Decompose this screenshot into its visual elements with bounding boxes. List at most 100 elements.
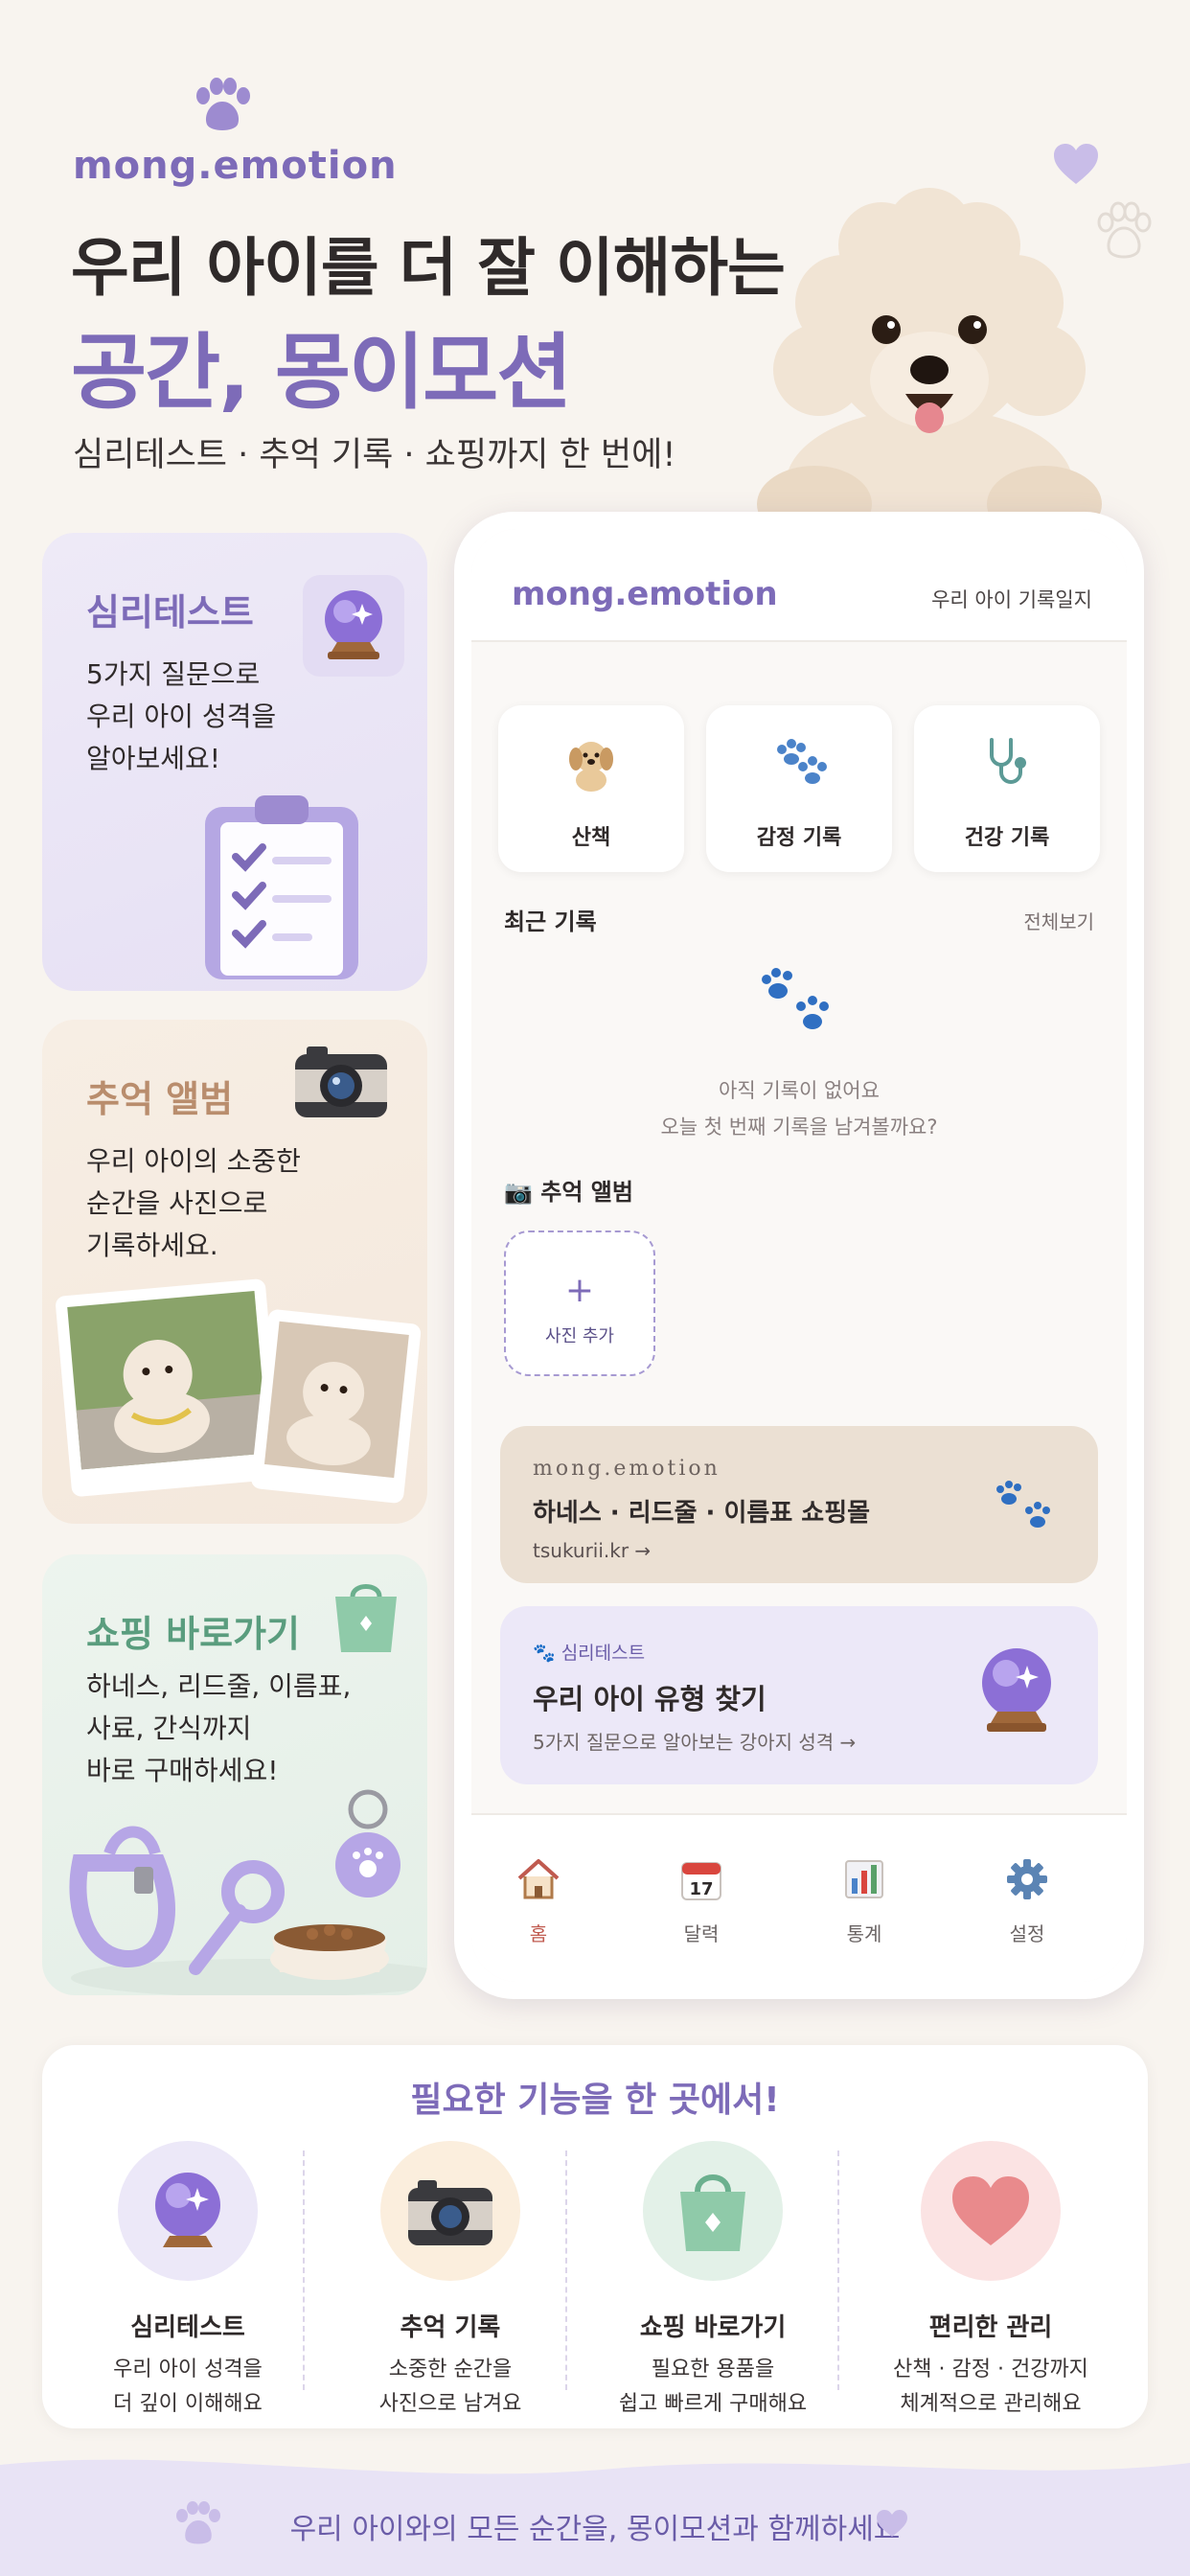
camera-icon [295, 1046, 387, 1117]
feature-desc-line: 산책 · 감정 · 건강까지 [893, 2358, 1088, 2381]
calendar-icon: 17 [681, 1862, 721, 1900]
shopping-bag-icon [680, 2174, 745, 2251]
card-line: 5가지 질문으로 [86, 658, 261, 690]
tab-label: 달력 [683, 1922, 720, 1945]
empty-state-subtitle: 오늘 첫 번째 기록을 남겨볼까요? [660, 1116, 938, 1138]
feature-desc-line: 소중한 순간을 [388, 2358, 513, 2381]
feature-name: 편리한 관리 [928, 2313, 1053, 2342]
shopping-bag-icon [335, 1584, 397, 1652]
feature-icon-circle [921, 2141, 1061, 2281]
feature-icon-circle [118, 2141, 258, 2281]
quick-action-label: 감정 기록 [756, 826, 842, 850]
walk-button[interactable]: 산책 [498, 705, 684, 872]
plus-icon: + [564, 1271, 595, 1310]
dog-icon [569, 742, 613, 792]
shopping-card[interactable]: 쇼핑 바로가기 하네스, 리드줄, 이름표, 사료, 간식까지 바로 구매하세요… [42, 1554, 427, 1995]
paw-icon [777, 739, 827, 784]
feature-description: 산책 · 감정 · 건강까지 체계적으로 관리해요 [858, 2353, 1123, 2422]
feature-name: 심리테스트 [130, 2313, 245, 2342]
app-header: mong.emotion 우리 아이 기록일지 [471, 529, 1127, 642]
feature-desc-line: 더 깊이 이해해요 [113, 2392, 263, 2416]
shop-banner-brand: mong.emotion [533, 1457, 721, 1481]
tab-settings[interactable]: 설정 [979, 1855, 1075, 1946]
banner-title: 우리 아이 유형 찾기 [533, 1683, 767, 1715]
feature-easy-management: 편리한 관리 산책 · 감정 · 건강까지 체계적으로 관리해요 [858, 2141, 1123, 2422]
card-title: 추억 앨범 [86, 1078, 234, 1120]
feature-desc-line: 쉽고 빠르게 구매해요 [618, 2392, 808, 2416]
feature-description: 우리 아이 성격을 더 깊이 이해해요 [56, 2353, 320, 2422]
feature-desc-line: 사진으로 남겨요 [378, 2392, 522, 2416]
shop-banner-link[interactable]: tsukurii.kr → [533, 1539, 651, 1562]
tab-calendar[interactable]: 17 달력 [653, 1855, 749, 1946]
paw-icon [762, 968, 829, 1029]
tab-label: 통계 [846, 1922, 882, 1945]
features-title: 필요한 기능을 한 곳에서! [410, 2081, 780, 2120]
chart-icon [845, 1860, 883, 1898]
feature-shopping: 쇼핑 바로가기 필요한 용품을 쉽고 빠르게 구매해요 [581, 2141, 845, 2422]
see-all-link[interactable]: 전체보기 [1023, 907, 1094, 934]
feature-memory-record: 추억 기록 소중한 순간을 사진으로 남겨요 [318, 2141, 583, 2422]
crystal-ball-icon [303, 575, 404, 677]
memory-album-card[interactable]: 추억 앨범 우리 아이의 소중한 순간을 사진으로 기록하세요. [42, 1020, 427, 1524]
shop-banner-title: 하네스 · 리드줄 · 이름표 쇼핑몰 [533, 1499, 871, 1528]
shop-banner[interactable]: mong.emotion 하네스 · 리드줄 · 이름표 쇼핑몰 tsukuri… [500, 1426, 1098, 1583]
add-photo-label: 사진 추가 [545, 1326, 614, 1346]
feature-icon-circle [380, 2141, 520, 2281]
empty-state-title: 아직 기록이 없어요 [719, 1079, 880, 1102]
hero-heading-line1: 우리 아이를 더 잘 이해하는 [71, 231, 786, 305]
card-line: 사료, 간식까지 [86, 1713, 252, 1744]
heart-icon [952, 2176, 1029, 2245]
gear-icon [1007, 1859, 1047, 1899]
tab-stats[interactable]: 통계 [816, 1855, 912, 1946]
album-title: 📷 추억 앨범 [504, 1179, 633, 1206]
banner-tag: 🐾 심리테스트 [533, 1643, 646, 1664]
brand-logo: mong.emotion [73, 144, 398, 188]
feature-description: 소중한 순간을 사진으로 남겨요 [318, 2353, 583, 2422]
quick-action-label: 건강 기록 [964, 826, 1050, 850]
feature-icon-circle [643, 2141, 783, 2281]
pet-goods-image [69, 1789, 427, 1995]
footer-text: 우리 아이와의 모든 순간을, 몽이모션과 함께하세요 [289, 2513, 901, 2546]
tab-label: 홈 [529, 1922, 548, 1945]
heart-icon [877, 2510, 907, 2537]
feature-psych-test: 심리테스트 우리 아이 성격을 더 깊이 이해해요 [56, 2141, 320, 2422]
app-screen: mong.emotion 우리 아이 기록일지 산책 감정 기록 건강 기록 최… [471, 529, 1127, 1982]
card-description: 우리 아이의 소중한 순간을 사진으로 기록하세요. [86, 1140, 301, 1267]
crystal-ball-icon [155, 2173, 220, 2247]
emotion-record-button[interactable]: 감정 기록 [706, 705, 892, 872]
footer-banner: 우리 아이와의 모든 순간을, 몽이모션과 함께하세요 [0, 2450, 1190, 2576]
psych-test-card[interactable]: 심리테스트 5가지 질문으로 우리 아이 성격을 알아보세요! [42, 533, 427, 991]
feature-desc-line: 우리 아이 성격을 [113, 2358, 263, 2381]
stethoscope-icon [990, 738, 1026, 784]
card-description: 하네스, 리드줄, 이름표, 사료, 간식까지 바로 구매하세요! [86, 1666, 351, 1792]
card-line: 우리 아이 성격을 [86, 701, 277, 732]
feature-desc-line: 체계적으로 관리해요 [900, 2392, 1082, 2416]
add-photo-button[interactable]: + 사진 추가 [504, 1230, 655, 1376]
card-title: 쇼핑 바로가기 [86, 1613, 300, 1655]
features-section: 필요한 기능을 한 곳에서! 심리테스트 우리 아이 성격을 더 깊이 이해해요 [42, 2045, 1148, 2428]
card-line: 알아보세요! [86, 743, 221, 774]
card-description: 5가지 질문으로 우리 아이 성격을 알아보세요! [86, 654, 276, 780]
recent-records-title: 최근 기록 [504, 908, 597, 935]
phone-mockup: mong.emotion 우리 아이 기록일지 산책 감정 기록 건강 기록 최… [454, 512, 1144, 1999]
health-record-button[interactable]: 건강 기록 [914, 705, 1100, 872]
feature-description: 필요한 용품을 쉽고 빠르게 구매해요 [581, 2353, 845, 2422]
app-logo: mong.emotion [512, 575, 778, 613]
feature-name: 추억 기록 [400, 2313, 501, 2342]
paw-icon [196, 78, 250, 130]
crystal-ball-icon [982, 1648, 1051, 1732]
tab-home[interactable]: 홈 [491, 1855, 586, 1946]
feature-name: 쇼핑 바로가기 [639, 2313, 787, 2342]
svg-text:17: 17 [689, 1879, 713, 1899]
card-title: 심리테스트 [86, 591, 254, 633]
bottom-tab-bar: 홈 17 달력 통계 설정 [471, 1813, 1127, 1982]
diary-link[interactable]: 우리 아이 기록일지 [931, 585, 1092, 613]
paw-icon [996, 1481, 1050, 1528]
psych-test-banner[interactable]: 🐾 심리테스트 우리 아이 유형 찾기 5가지 질문으로 알아보는 강아지 성격… [500, 1606, 1098, 1784]
clipboard-icon [205, 795, 358, 979]
poodle-dog-image [757, 188, 1102, 552]
tab-label: 설정 [1009, 1922, 1045, 1945]
camera-icon [408, 2180, 492, 2245]
feature-desc-line: 필요한 용품을 [651, 2358, 775, 2381]
dog-photos-image [56, 1278, 422, 1504]
